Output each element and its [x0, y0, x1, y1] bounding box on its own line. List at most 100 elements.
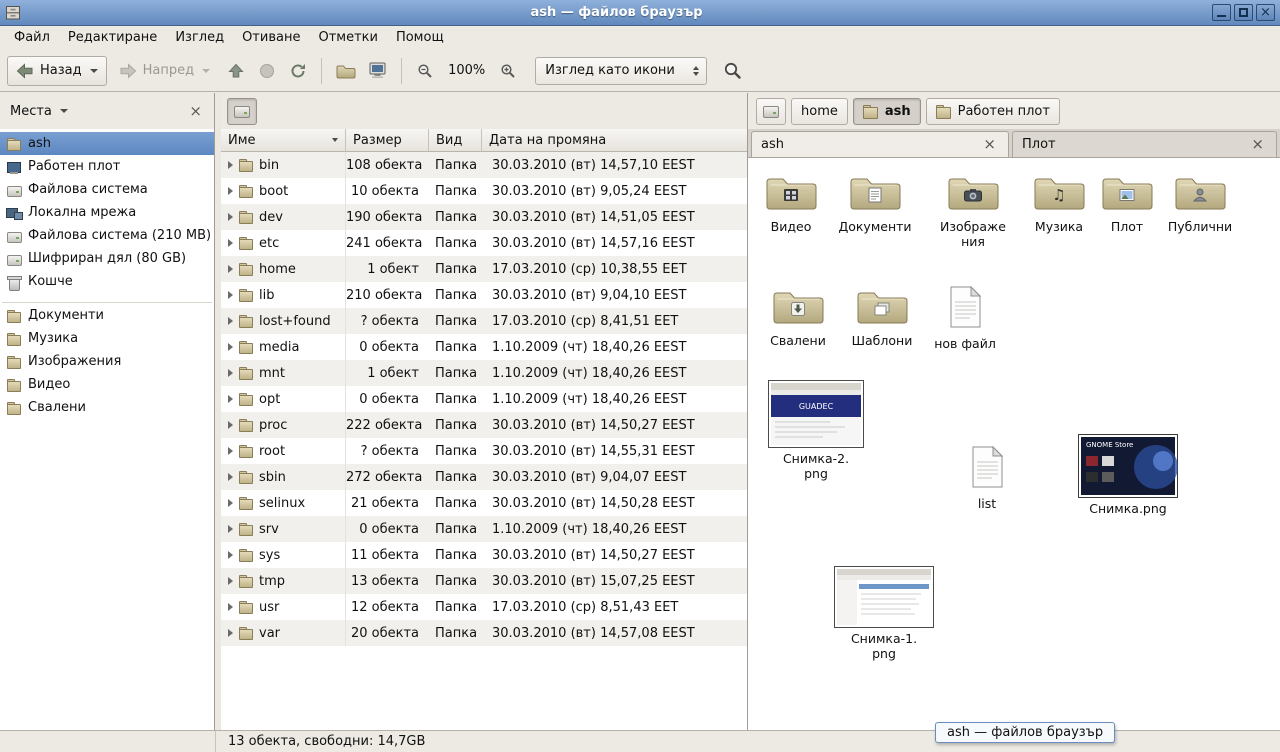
iconview-item-desktop[interactable]: Плот [1087, 174, 1167, 234]
file-row[interactable]: root ? обекта Папка 30.03.2010 (вт) 14,5… [221, 438, 747, 464]
sidebar-item[interactable]: Документи [0, 304, 214, 327]
sidebar-item[interactable]: Изображения [0, 350, 214, 373]
column-header-type[interactable]: Вид [429, 129, 482, 152]
sidebar-item[interactable]: Свалени [0, 396, 214, 419]
maximize-button[interactable] [1234, 4, 1253, 21]
file-row[interactable]: sbin 272 обекта Папка 30.03.2010 (вт) 9,… [221, 464, 747, 490]
expander-icon[interactable] [228, 213, 233, 221]
search-button[interactable] [718, 56, 747, 86]
file-row[interactable]: tmp 13 обекта Папка 30.03.2010 (вт) 15,0… [221, 568, 747, 594]
pathbar-desktop-button[interactable]: Работен плот [926, 98, 1060, 125]
view-mode-select[interactable]: Изглед като икони [535, 57, 707, 85]
pathbar-home-button[interactable]: home [791, 98, 848, 125]
tab-plot[interactable]: Плот × [1012, 131, 1277, 157]
expander-icon[interactable] [228, 317, 233, 325]
file-row[interactable]: etc 241 обекта Папка 30.03.2010 (вт) 14,… [221, 230, 747, 256]
file-row[interactable]: boot 10 обекта Папка 30.03.2010 (вт) 9,0… [221, 178, 747, 204]
expander-icon[interactable] [228, 239, 233, 247]
iconview-item-snimka1[interactable]: Снимка-1.png [834, 566, 934, 661]
expander-icon[interactable] [228, 629, 233, 637]
close-button[interactable]: × [1256, 4, 1275, 21]
file-row[interactable]: usr 12 обекта Папка 17.03.2010 (ср) 8,51… [221, 594, 747, 620]
iconview-item-new-file[interactable]: нов файл [925, 286, 1005, 351]
sidebar-item[interactable]: Файлова система [0, 178, 214, 201]
tab-close-button[interactable]: × [1248, 137, 1267, 152]
iconview-item-images[interactable]: Изображения [933, 174, 1013, 249]
expander-icon[interactable] [228, 577, 233, 585]
file-row[interactable]: mnt 1 обект Папка 1.10.2009 (чт) 18,40,2… [221, 360, 747, 386]
up-button[interactable] [222, 56, 250, 86]
column-header-size[interactable]: Размер [346, 129, 429, 152]
expander-icon[interactable] [228, 603, 233, 611]
computer-button[interactable] [364, 56, 392, 86]
file-row[interactable]: sys 11 обекта Папка 30.03.2010 (вт) 14,5… [221, 542, 747, 568]
sidebar-item[interactable]: Музика [0, 327, 214, 350]
iconview-item-list[interactable]: list [947, 446, 1027, 511]
expander-icon[interactable] [228, 525, 233, 533]
close-icon: × [189, 102, 202, 120]
pathbar-root-button[interactable] [756, 98, 786, 125]
zoom-out-button[interactable] [411, 56, 439, 86]
sidebar-title[interactable]: Места [10, 104, 52, 119]
expander-icon[interactable] [228, 291, 233, 299]
sidebar-close-button[interactable]: × [185, 103, 206, 120]
expander-icon[interactable] [228, 499, 233, 507]
iconview-item-templates[interactable]: Шаблони [842, 288, 922, 348]
expander-icon[interactable] [228, 265, 233, 273]
sidebar-item[interactable]: ash [0, 132, 214, 155]
menu-item[interactable]: Отметки [309, 26, 386, 50]
back-button[interactable]: Назад [7, 56, 107, 86]
sidebar-item[interactable]: Кошче [0, 270, 214, 293]
tab-ash[interactable]: ash × [751, 131, 1009, 157]
sidebar-item[interactable]: Работен плот [0, 155, 214, 178]
expander-icon[interactable] [228, 343, 233, 351]
expander-icon[interactable] [228, 473, 233, 481]
expander-icon[interactable] [228, 187, 233, 195]
iconview-item-public[interactable]: Публични [1160, 174, 1240, 234]
file-row[interactable]: dev 190 обекта Папка 30.03.2010 (вт) 14,… [221, 204, 747, 230]
zoom-in-button[interactable] [494, 56, 522, 86]
file-row[interactable]: lost+found ? обекта Папка 17.03.2010 (ср… [221, 308, 747, 334]
list-pane: Име Размер Вид Дата на промяна bin 108 о… [215, 93, 748, 730]
iconview-item-snimka[interactable]: GNOME Store Снимка.png [1078, 434, 1178, 516]
expander-icon[interactable] [228, 161, 233, 169]
menu-item[interactable]: Помощ [387, 26, 453, 50]
sidebar-item[interactable]: Шифриран дял (80 GB) [0, 247, 214, 270]
stop-button[interactable] [253, 56, 281, 86]
sidebar-item[interactable] [2, 294, 212, 303]
file-row[interactable]: home 1 обект Папка 17.03.2010 (ср) 10,38… [221, 256, 747, 282]
file-row[interactable]: var 20 обекта Папка 30.03.2010 (вт) 14,5… [221, 620, 747, 646]
expander-icon[interactable] [228, 421, 233, 429]
column-header-name[interactable]: Име [221, 129, 346, 152]
iconview-item-snimka2[interactable]: GUADEC Снимка-2.png [768, 380, 864, 481]
iconview-item-downloads[interactable]: Свалени [758, 288, 838, 348]
file-row[interactable]: opt 0 обекта Папка 1.10.2009 (чт) 18,40,… [221, 386, 747, 412]
reload-button[interactable] [284, 56, 312, 86]
file-row[interactable]: srv 0 обекта Папка 1.10.2009 (чт) 18,40,… [221, 516, 747, 542]
sidebar-item[interactable]: Видео [0, 373, 214, 396]
menu-item[interactable]: Редактиране [59, 26, 166, 50]
tab-close-button[interactable]: × [980, 137, 999, 152]
sidebar-item[interactable]: Файлова система (210 MB) [0, 224, 214, 247]
expander-icon[interactable] [228, 395, 233, 403]
expander-icon[interactable] [228, 551, 233, 559]
expander-icon[interactable] [228, 447, 233, 455]
file-row[interactable]: bin 108 обекта Папка 30.03.2010 (вт) 14,… [221, 152, 747, 178]
iconview-item-video[interactable]: Видео [751, 174, 831, 234]
menu-item[interactable]: Отиване [233, 26, 309, 50]
minimize-button[interactable] [1212, 4, 1231, 21]
file-row[interactable]: selinux 21 обекта Папка 30.03.2010 (вт) … [221, 490, 747, 516]
file-row[interactable]: proc 222 обекта Папка 30.03.2010 (вт) 14… [221, 412, 747, 438]
forward-button[interactable]: Напред [110, 56, 219, 86]
menu-item[interactable]: Изглед [166, 26, 233, 50]
menu-item[interactable]: Файл [5, 26, 59, 50]
file-row[interactable]: media 0 обекта Папка 1.10.2009 (чт) 18,4… [221, 334, 747, 360]
expander-icon[interactable] [228, 369, 233, 377]
column-header-date[interactable]: Дата на промяна [482, 129, 747, 152]
iconview-item-documents[interactable]: Документи [835, 174, 915, 234]
pathbar-current-button[interactable]: ash [853, 98, 921, 125]
file-row[interactable]: lib 210 обекта Папка 30.03.2010 (вт) 9,0… [221, 282, 747, 308]
home-button[interactable] [331, 56, 361, 86]
sidebar-item[interactable]: Локална мрежа [0, 201, 214, 224]
pathbar-root-button[interactable] [227, 98, 257, 125]
